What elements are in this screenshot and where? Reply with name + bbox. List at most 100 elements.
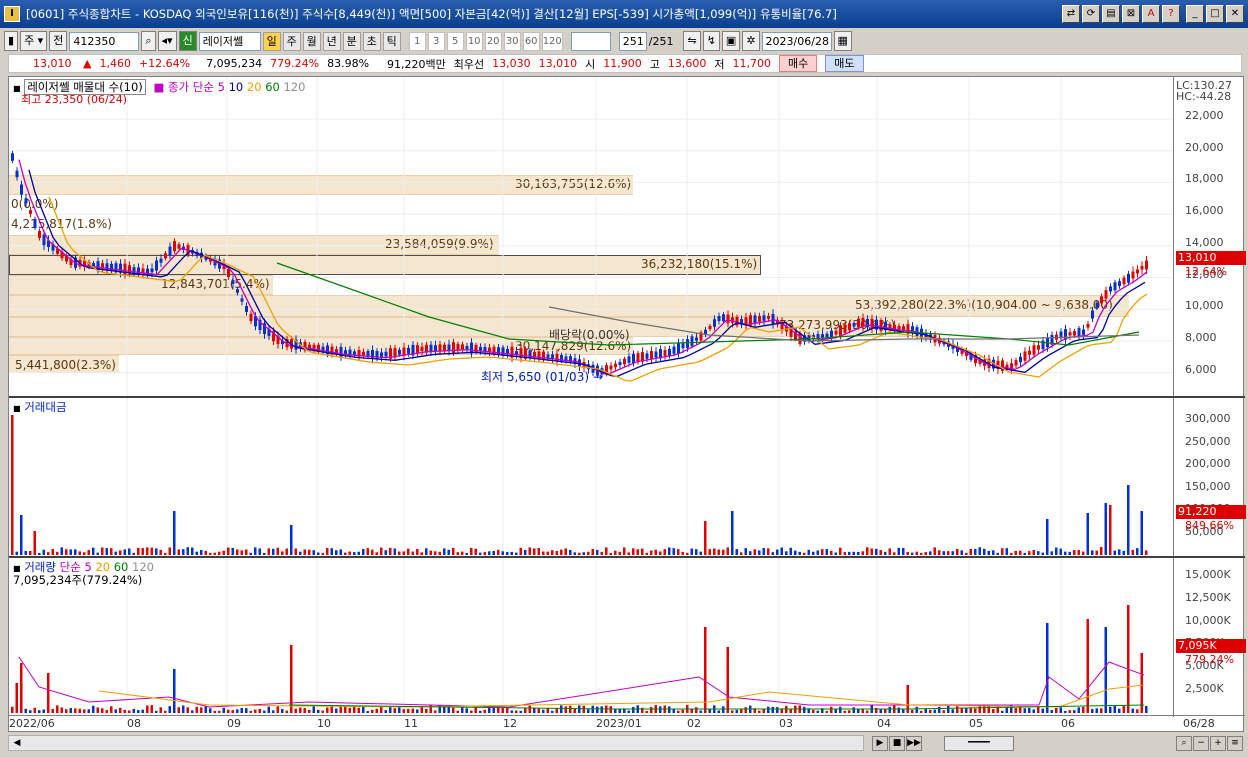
period-tick[interactable]: 틱 <box>382 31 401 51</box>
mode-select[interactable]: 주 ▾ <box>20 31 48 51</box>
lock-icon[interactable]: ⊠ <box>1122 5 1140 23</box>
close-button[interactable]: ✕ <box>1226 5 1244 23</box>
amount-bar <box>357 551 360 555</box>
chart-line-icon[interactable]: ↯ <box>702 31 720 51</box>
num-10[interactable]: 10 <box>465 31 483 51</box>
candle <box>150 268 154 273</box>
volume-bar <box>366 710 369 713</box>
amount-bar <box>285 548 288 555</box>
help-icon[interactable]: ? <box>1162 5 1180 23</box>
title-bar: I [0601] 주식종합차트 - KOSDAQ 외국인보유[116(천)] 주… <box>0 0 1248 28</box>
volume-bar <box>506 708 509 713</box>
volume-tick: 15,000K <box>1185 568 1231 581</box>
num-60[interactable]: 60 <box>522 31 540 51</box>
volume-bar <box>119 707 122 713</box>
link-icon[interactable]: ⇄ <box>1062 5 1080 23</box>
prev-button[interactable]: 전 <box>49 31 68 51</box>
zoom-slider[interactable]: ━━━━ <box>944 736 1014 751</box>
scroll-left-icon[interactable]: ◀ <box>9 736 25 750</box>
font-icon[interactable]: A <box>1142 5 1160 23</box>
num-3[interactable]: 3 <box>427 31 445 51</box>
period-week[interactable]: 주 <box>282 31 301 51</box>
rate-value: +12.64% <box>138 57 191 70</box>
volume-ratio: 779.24% <box>270 57 320 70</box>
num-5[interactable]: 5 <box>446 31 464 51</box>
candle <box>672 346 676 354</box>
maximize-button[interactable]: □ <box>1206 5 1224 23</box>
code-input[interactable]: 412350 <box>69 31 140 51</box>
stop-button[interactable]: ■ <box>889 736 905 751</box>
play-button[interactable]: ▶ <box>872 736 888 751</box>
amount-bar <box>785 551 788 555</box>
num-120[interactable]: 120 <box>541 31 563 51</box>
minus-icon[interactable]: − <box>1193 736 1209 751</box>
volume-bar <box>11 706 14 713</box>
date-input[interactable]: 2023/06/28 <box>761 31 832 51</box>
volume-bar <box>150 705 153 713</box>
num-1[interactable]: 1 <box>408 31 426 51</box>
settings-icon[interactable]: ✲ <box>742 31 760 51</box>
amount-bar <box>303 549 306 555</box>
volume-bar <box>186 707 189 713</box>
period-month[interactable]: 월 <box>302 31 321 51</box>
candle <box>713 319 716 327</box>
speaker-icon[interactable]: ◂▾ <box>157 31 177 51</box>
zoom-in-icon[interactable]: ⌕ <box>1176 736 1192 751</box>
price-tick: 8,000 <box>1185 330 1217 344</box>
amount-bar <box>744 548 747 555</box>
candle <box>29 210 32 214</box>
amount-bar <box>24 550 27 555</box>
forward-button[interactable]: ▶▶ <box>906 736 922 751</box>
horizontal-scrollbar[interactable]: ◀ <box>8 735 864 751</box>
amount-bar <box>1037 551 1040 555</box>
volume-bar <box>866 710 869 713</box>
amount-bar <box>182 549 185 555</box>
num-20[interactable]: 20 <box>484 31 502 51</box>
last-rate: 12.64% <box>1185 265 1227 278</box>
custom-period-input[interactable] <box>570 31 611 51</box>
volume-bar <box>677 710 680 713</box>
amount-bar <box>479 552 482 555</box>
chart-area[interactable]: 30,163,755(12.6%) 0(0.0%) 4,215,817(1.8%… <box>8 76 1246 732</box>
amount-bar <box>1082 551 1085 555</box>
volume-bar <box>740 709 743 713</box>
minimize-button[interactable]: _ <box>1186 5 1204 23</box>
stock-name-field[interactable]: 레이저쎌 <box>198 31 261 51</box>
chart-type-icon[interactable]: ▮ <box>4 31 19 51</box>
calendar-icon[interactable]: ▦ <box>833 31 852 51</box>
amount-bar <box>884 551 887 555</box>
disk-icon[interactable]: ▣ <box>721 31 741 51</box>
volume-bar <box>254 709 257 713</box>
count-input[interactable]: 251 <box>618 31 647 51</box>
volume-bar <box>294 708 297 713</box>
amount-bar <box>641 548 644 555</box>
volume-bar <box>200 707 203 713</box>
menu-icon[interactable]: ≡ <box>1227 736 1243 751</box>
amount-bar <box>1041 552 1044 555</box>
candle <box>1145 260 1148 270</box>
amount-bar <box>119 550 122 555</box>
refresh-icon[interactable]: ⟳ <box>1082 5 1100 23</box>
panel-separator <box>9 396 1245 398</box>
volume-bar <box>258 708 261 713</box>
candle <box>645 353 649 359</box>
period-second[interactable]: 초 <box>362 31 381 51</box>
period-year[interactable]: 년 <box>322 31 341 51</box>
volume-bar <box>857 708 860 713</box>
plus-icon[interactable]: + <box>1210 736 1226 751</box>
candle <box>528 350 532 359</box>
sell-button[interactable]: 매도 <box>825 55 864 72</box>
candle <box>227 268 230 278</box>
search-icon[interactable]: ⌕ <box>141 31 156 51</box>
save-icon[interactable]: ▤ <box>1102 5 1120 23</box>
period-minute[interactable]: 분 <box>342 31 361 51</box>
candle <box>38 231 41 238</box>
volume-bar <box>672 708 675 713</box>
amount-bar <box>348 551 351 555</box>
amount-bar <box>132 552 135 555</box>
amount-bar <box>704 521 707 555</box>
period-day[interactable]: 일 <box>262 31 281 51</box>
buy-button[interactable]: 매수 <box>779 55 818 72</box>
num-30[interactable]: 30 <box>503 31 521 51</box>
tool-icon[interactable]: ⇋ <box>683 31 701 51</box>
